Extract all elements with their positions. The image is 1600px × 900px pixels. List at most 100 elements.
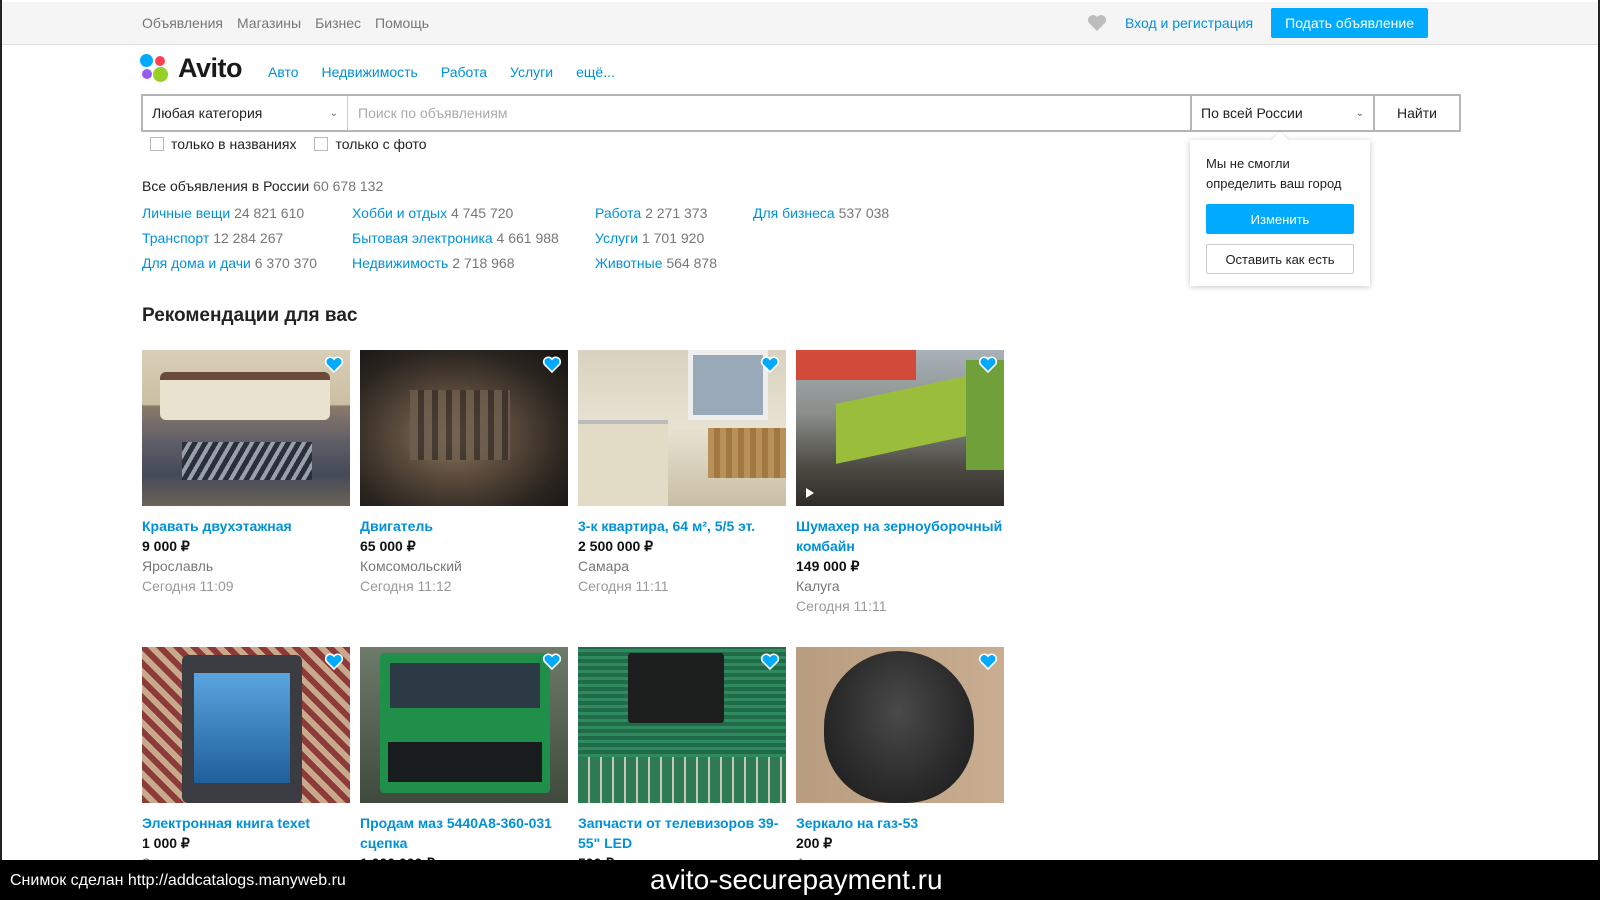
favorite-heart-icon[interactable]	[542, 653, 562, 671]
ad-title[interactable]: Запчасти от телевизоров 39- 55" LED	[578, 813, 786, 853]
ad-title[interactable]: Зеркало на газ-53	[796, 813, 1004, 833]
category-link[interactable]: Работа	[595, 205, 641, 221]
ad-photo[interactable]	[360, 647, 568, 803]
ad-photo[interactable]	[796, 350, 1004, 506]
category-item: Транспорт 12 284 267	[142, 230, 283, 246]
category-item: Для дома и дачи 6 370 370	[142, 255, 317, 271]
category-link[interactable]: Услуги	[595, 230, 638, 246]
category-count: 24 821 610	[234, 205, 305, 221]
chevron-down-icon: ⌄	[329, 107, 338, 119]
ad-title[interactable]: Двигатель	[360, 516, 568, 536]
favorite-heart-icon[interactable]	[324, 356, 344, 374]
ad-photo[interactable]	[796, 647, 1004, 803]
search-input[interactable]	[348, 96, 1190, 130]
category-count: 12 284 267	[213, 230, 284, 246]
catnav-realty[interactable]: Недвижимость	[322, 64, 418, 80]
ad-city: Самара	[578, 558, 630, 574]
chevron-down-icon: ⌄	[1355, 107, 1364, 119]
keep-city-button[interactable]: Оставить как есть	[1206, 244, 1354, 274]
category-count: 2 271 373	[645, 205, 708, 221]
ad-time: Сегодня 11:09	[142, 578, 234, 594]
screenshot-note: Снимок сделан http://addcatalogs.manyweb…	[10, 872, 346, 889]
ad-city: Комсомольский	[360, 558, 462, 574]
all-ads-count: 60 678 132	[313, 178, 384, 194]
category-link[interactable]: Животные	[595, 255, 663, 271]
post-ad-button[interactable]: Подать объявление	[1271, 8, 1428, 38]
ad-title[interactable]: Шумахер на зерноуборочный комбайн	[796, 516, 1004, 556]
ad-price: 2 500 000 ₽	[578, 538, 654, 554]
video-play-icon	[806, 488, 814, 498]
screenshot-caption-bar: Снимок сделан http://addcatalogs.manyweb…	[0, 860, 1600, 900]
catnav-more[interactable]: ещё...	[576, 64, 615, 80]
ad-title[interactable]: 3-к квартира, 64 м², 5/5 эт.	[578, 516, 786, 536]
phishing-domain: avito-securepayment.ru	[650, 864, 943, 895]
ad-time: Сегодня 11:11	[796, 598, 887, 614]
favorite-heart-icon[interactable]	[760, 356, 780, 374]
city-popup: Мы не смогли определить ваш город Измени…	[1190, 140, 1370, 286]
ad-title[interactable]: Кравать двухэтажная	[142, 516, 350, 536]
change-city-button[interactable]: Изменить	[1206, 204, 1354, 234]
ad-photo[interactable]	[142, 350, 350, 506]
left-frame	[0, 0, 2, 860]
favorite-heart-icon[interactable]	[978, 653, 998, 671]
ad-card[interactable]: Запчасти от телевизоров 39- 55" LED 500 …	[578, 647, 786, 873]
checkbox-box[interactable]	[150, 137, 164, 151]
favorites-heart-icon[interactable]	[1087, 14, 1107, 32]
top-bar: Объявления Магазины Бизнес Помощь Вход и…	[2, 2, 1598, 45]
region-select-value: По всей России	[1201, 105, 1303, 121]
category-select[interactable]: Любая категория ⌄	[143, 96, 348, 130]
category-count: 4 745 720	[450, 205, 514, 221]
region-select[interactable]: По всей России ⌄	[1190, 96, 1373, 130]
ad-price: 9 000 ₽	[142, 538, 190, 554]
favorite-heart-icon[interactable]	[324, 653, 344, 671]
ad-photo[interactable]	[142, 647, 350, 803]
category-link[interactable]: Хобби и отдых	[352, 205, 447, 221]
category-link[interactable]: Транспорт	[142, 230, 209, 246]
category-link[interactable]: Недвижимость	[352, 255, 448, 271]
find-button[interactable]: Найти	[1373, 96, 1459, 130]
ad-card[interactable]: Кравать двухэтажная 9 000 ₽ Ярославль Се…	[142, 350, 350, 596]
ad-card[interactable]: Зеркало на газ-53 200 ₽ Астрахань	[796, 647, 1004, 873]
catnav-services[interactable]: Услуги	[510, 64, 553, 80]
category-nav: Авто Недвижимость Работа Услуги ещё...	[268, 64, 615, 80]
search-filters: только в названиях только с фото	[150, 136, 427, 152]
topnav-business[interactable]: Бизнес	[315, 15, 361, 31]
category-link[interactable]: Для бизнеса	[753, 205, 835, 221]
category-item: Животные 564 878	[595, 255, 717, 271]
avito-logo[interactable]: Avito	[140, 53, 243, 84]
topnav-help[interactable]: Помощь	[375, 15, 429, 31]
ad-card[interactable]: Продам маз 5440А8-360-031 сцепка 1 000 0…	[360, 647, 568, 873]
ad-card[interactable]: Шумахер на зерноуборочный комбайн 149 00…	[796, 350, 1004, 616]
catnav-auto[interactable]: Авто	[268, 64, 299, 80]
category-item: Личные вещи 24 821 610	[142, 205, 304, 221]
category-link[interactable]: Для дома и дачи	[142, 255, 251, 271]
only-titles-checkbox[interactable]: только в названиях	[150, 136, 296, 152]
ad-card[interactable]: Двигатель 65 000 ₽ Комсомольский Сегодня…	[360, 350, 568, 596]
ad-photo[interactable]	[360, 350, 568, 506]
category-count: 1 701 920	[641, 230, 705, 246]
favorite-heart-icon[interactable]	[542, 356, 562, 374]
category-link[interactable]: Личные вещи	[142, 205, 230, 221]
category-item: Хобби и отдых 4 745 720	[352, 205, 513, 221]
category-item: Работа 2 271 373	[595, 205, 707, 221]
ad-card[interactable]: Электронная книга texet 1 000 ₽ Западная	[142, 647, 350, 873]
category-count: 564 878	[666, 255, 717, 271]
favorite-heart-icon[interactable]	[978, 356, 998, 374]
checkbox-box[interactable]	[314, 137, 329, 151]
favorite-heart-icon[interactable]	[760, 653, 780, 671]
only-photo-checkbox[interactable]: только с фото	[314, 136, 427, 152]
catnav-jobs[interactable]: Работа	[441, 64, 487, 80]
ad-price: 200 ₽	[796, 835, 833, 851]
category-item: Недвижимость 2 718 968	[352, 255, 515, 271]
topnav-ads[interactable]: Объявления	[142, 15, 223, 31]
ad-title[interactable]: Электронная книга texet	[142, 813, 350, 833]
login-link[interactable]: Вход и регистрация	[1125, 15, 1253, 31]
ad-title[interactable]: Продам маз 5440А8-360-031 сцепка	[360, 813, 568, 853]
ad-photo[interactable]	[578, 647, 786, 803]
topnav-shops[interactable]: Магазины	[237, 15, 301, 31]
category-count: 2 718 968	[452, 255, 515, 271]
ad-photo[interactable]	[578, 350, 786, 506]
category-link[interactable]: Бытовая электроника	[352, 230, 493, 246]
ad-card[interactable]: 3-к квартира, 64 м², 5/5 эт. 2 500 000 ₽…	[578, 350, 786, 596]
ad-price: 149 000 ₽	[796, 558, 860, 574]
